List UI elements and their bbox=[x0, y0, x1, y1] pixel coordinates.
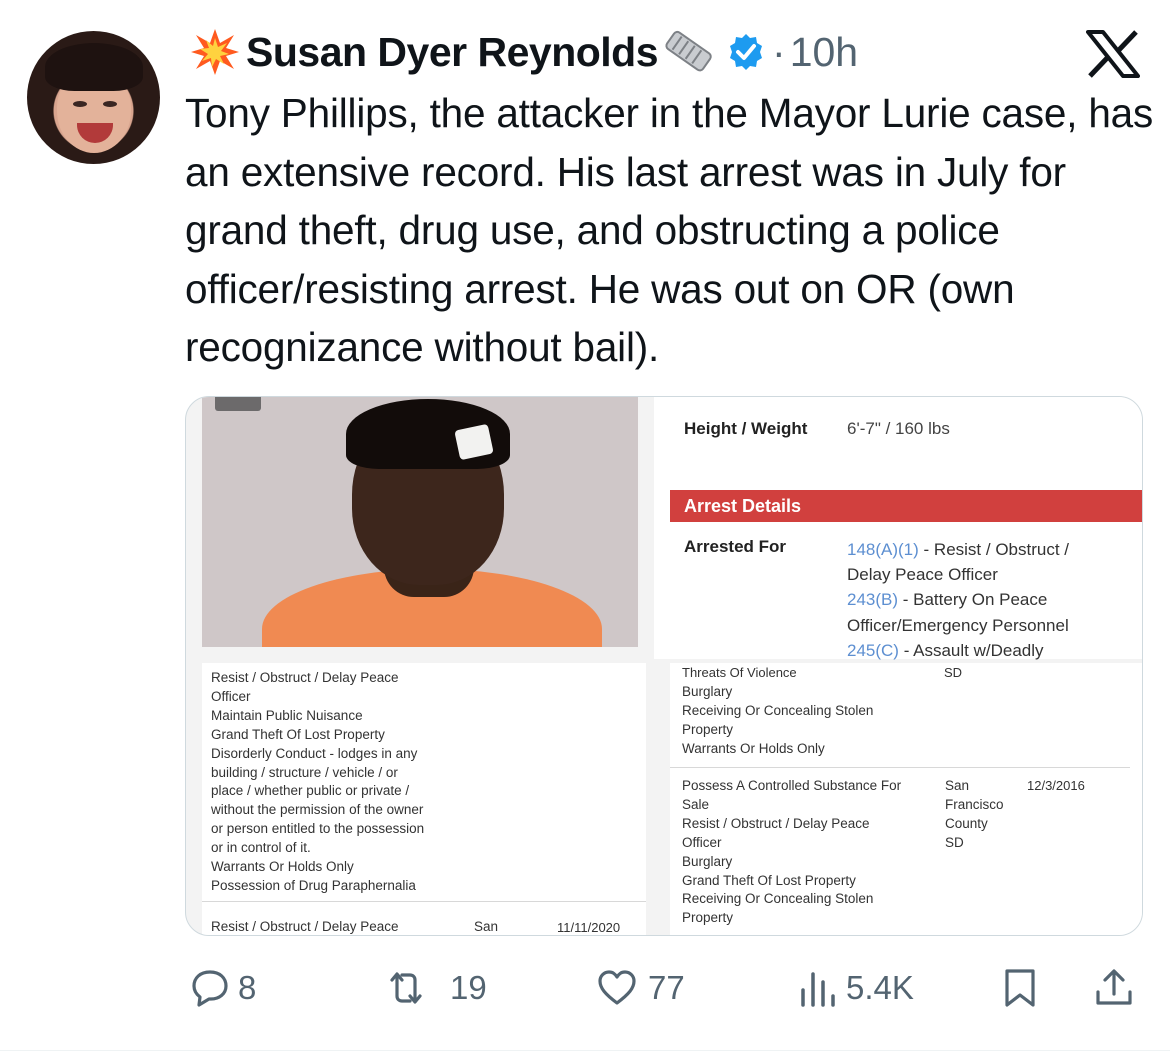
views-button[interactable]: 5.4K bbox=[798, 960, 914, 1016]
bookmark-icon bbox=[1005, 969, 1035, 1007]
charge-line: 148(A)(1) - Resist / Obstruct / bbox=[847, 537, 1137, 562]
author-avatar[interactable] bbox=[27, 31, 160, 164]
offense-line: Possess A Controlled Substance For bbox=[682, 778, 902, 793]
offense-line: Warrants Or Holds Only bbox=[682, 740, 825, 756]
collision-emoji-icon bbox=[191, 29, 239, 75]
record-left-panel: Resist / Obstruct / Delay Peace Officer … bbox=[202, 663, 646, 935]
share-icon bbox=[1096, 969, 1132, 1005]
offense-line: or person entitled to the possession bbox=[211, 821, 425, 837]
offense-list: Possess A Controlled Substance For Sale … bbox=[682, 777, 901, 928]
tweet-text: Tony Phillips, the attacker in the Mayor… bbox=[185, 90, 1154, 370]
reply-icon bbox=[192, 970, 228, 1007]
offense-line: Resist / Obstruct / Delay Peace bbox=[211, 670, 399, 685]
offense-line: Resist / Obstruct / Delay Peace bbox=[682, 815, 870, 831]
like-button[interactable]: 77 bbox=[594, 960, 685, 1016]
charge-line: Delay Peace Officer bbox=[847, 562, 1137, 587]
photo-tab bbox=[215, 397, 261, 411]
record-county: San bbox=[474, 919, 499, 934]
repost-count: 19 bbox=[450, 969, 487, 1006]
county-line: SD bbox=[945, 834, 964, 850]
offense-line: Sale bbox=[682, 796, 710, 812]
arrest-details-title: Arrest Details bbox=[670, 490, 1142, 522]
tweet-timestamp[interactable]: 10h bbox=[790, 29, 858, 76]
height-weight-value: 6'-7" / 160 lbs bbox=[847, 419, 950, 438]
charge-line: 243(B) - Battery On Peace bbox=[847, 587, 1137, 612]
record-offense: Resist / Obstruct / Delay Peace bbox=[211, 919, 399, 934]
repost-button[interactable]: 19 bbox=[370, 960, 487, 1016]
cut-off-county: SD bbox=[944, 665, 963, 680]
offense-list: Resist / Obstruct / Delay Peace Officer … bbox=[211, 669, 424, 896]
height-weight-label: Height / Weight bbox=[684, 419, 808, 438]
share-button[interactable] bbox=[1094, 960, 1134, 1016]
county-line: Francisco bbox=[945, 796, 1004, 812]
offense-line: Receiving Or Concealing Stolen bbox=[682, 891, 874, 907]
arrested-for-label: Arrested For bbox=[684, 537, 787, 556]
tweet-header: Susan Dyer Reynolds · 10h bbox=[190, 24, 858, 80]
offense-line: Officer bbox=[211, 688, 251, 704]
offense-line: Receiving Or Concealing Stolen bbox=[682, 702, 874, 718]
charge-line: 245(C) - Assault w/Deadly bbox=[847, 638, 1137, 663]
header-separator: · bbox=[772, 28, 786, 75]
offense-line: place / whether public or private / bbox=[211, 783, 410, 799]
charge-code: 245(C) bbox=[847, 640, 899, 660]
offense-line: building / structure / vehicle / or bbox=[211, 764, 398, 780]
county-line: San bbox=[945, 778, 970, 793]
offense-line: Officer bbox=[682, 834, 722, 850]
charge-text: Officer/Emergency Personnel bbox=[847, 615, 1069, 635]
offense-line: Maintain Public Nuisance bbox=[211, 707, 363, 723]
charges-list: 148(A)(1) - Resist / Obstruct / Delay Pe… bbox=[847, 537, 1137, 663]
record-right-panel: Threats Of Violence SD Burglary Receivin… bbox=[670, 663, 1142, 935]
charge-code: 243(B) bbox=[847, 590, 899, 610]
charge-text: - Battery On Peace bbox=[898, 590, 1048, 610]
cut-off-offense: Threats Of Violence bbox=[682, 665, 797, 680]
offense-line: Burglary bbox=[682, 853, 733, 869]
charge-code: 148(A)(1) bbox=[847, 540, 919, 559]
newspaper-emoji-icon bbox=[665, 30, 712, 72]
avatar-eye bbox=[103, 101, 117, 107]
charge-text: - Assault w/Deadly bbox=[898, 640, 1044, 660]
like-count: 77 bbox=[648, 969, 685, 1006]
offense-line: Grand Theft Of Lost Property bbox=[682, 872, 856, 888]
offense-line: Disorderly Conduct - lodges in any bbox=[211, 745, 418, 761]
verified-badge-icon bbox=[730, 34, 763, 70]
tweet-media[interactable]: Height / Weight 6'-7" / 160 lbs Arrest D… bbox=[185, 396, 1143, 936]
divider bbox=[202, 901, 646, 902]
x-logo-icon[interactable] bbox=[1086, 30, 1140, 78]
county-line: County bbox=[945, 815, 988, 831]
arrest-details-panel: Height / Weight 6'-7" / 160 lbs Arrest D… bbox=[654, 397, 1142, 660]
offense-line: Property bbox=[682, 721, 734, 737]
divider bbox=[0, 1050, 1170, 1051]
offense-line: without the permission of the owner bbox=[211, 802, 424, 818]
bookmark-button[interactable] bbox=[1000, 960, 1040, 1016]
offense-list: Burglary Receiving Or Concealing Stolen … bbox=[682, 683, 873, 759]
offense-line: Property bbox=[682, 910, 734, 926]
charge-text: - Resist / Obstruct / bbox=[918, 540, 1070, 559]
record-date: 11/11/2020 bbox=[557, 920, 621, 935]
record-date: 12/3/2016 bbox=[1027, 778, 1085, 793]
views-icon bbox=[801, 972, 835, 1007]
reply-button[interactable]: 8 bbox=[190, 960, 256, 1016]
offense-line: or in control of it. bbox=[211, 840, 311, 856]
avatar-hair bbox=[45, 43, 143, 91]
view-count: 5.4K bbox=[846, 969, 914, 1006]
avatar-eye bbox=[73, 101, 87, 107]
offense-line: Warrants Or Holds Only bbox=[211, 859, 354, 875]
divider bbox=[670, 767, 1130, 768]
repost-icon bbox=[390, 972, 422, 1004]
charge-text: Delay Peace Officer bbox=[847, 565, 998, 585]
charge-line: Officer/Emergency Personnel bbox=[847, 613, 1137, 638]
offense-line: Grand Theft Of Lost Property bbox=[211, 726, 385, 742]
record-county: San Francisco County SD bbox=[945, 777, 1004, 853]
reply-count: 8 bbox=[238, 969, 257, 1006]
mugshot-photo bbox=[202, 397, 638, 647]
author-name[interactable]: Susan Dyer Reynolds bbox=[246, 29, 659, 76]
offense-line: Burglary bbox=[682, 684, 733, 699]
offense-line: Possession of Drug Paraphernalia bbox=[211, 877, 416, 893]
action-bar: 8 19 77 5.4K bbox=[0, 960, 1170, 1016]
heart-icon bbox=[598, 970, 636, 1005]
